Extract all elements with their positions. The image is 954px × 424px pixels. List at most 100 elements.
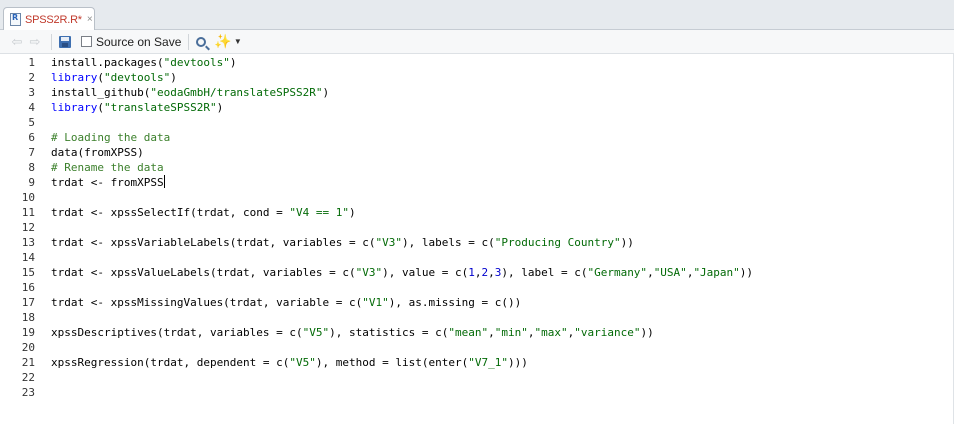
line-number: 13 [21,236,35,249]
code-line[interactable]: data(fromXPSS) [51,145,144,160]
code-line[interactable]: library("translateSPSS2R") [51,100,223,115]
line-number: 16 [21,281,35,294]
save-icon[interactable] [59,35,71,48]
line-number: 2 [28,71,35,84]
editor-tab-bar: SPSS2R.R* × [0,0,954,31]
code-token: "devtools" [163,56,230,69]
r-file-icon [10,13,21,26]
code-token: data(fromXPSS) [51,146,144,159]
code-line[interactable]: xpssDescriptives(trdat, variables = c("V… [51,325,654,340]
code-token: ( [97,71,104,84]
code-token: )) [640,326,654,339]
code-token: trdat <- xpssValueLabels(trdat, variable… [51,266,356,279]
code-token: "mean" [448,326,489,339]
code-token: "V5" [302,326,330,339]
line-number: 20 [21,341,35,354]
code-token: # Loading the data [51,131,171,144]
code-token: ) [216,101,224,114]
code-token: ( [97,101,104,114]
line-number: 6 [28,131,35,144]
line-number: 4 [28,101,35,114]
code-line[interactable]: trdat <- xpssVariableLabels(trdat, varia… [51,235,634,250]
line-number: 3 [28,86,35,99]
code-token: "variance" [574,326,641,339]
code-token: "V1" [362,296,389,309]
code-token: , [488,266,495,279]
code-token: , [488,326,495,339]
chevron-down-icon[interactable]: ▼ [234,37,242,46]
code-token: "V5" [289,356,316,369]
line-number-gutter: 1 2 3 4 5 6 7 8 9 10 11 12 13 14 15 16 17 18 19 20 21 22 23 [0,54,45,424]
line-number: 11 [21,206,35,219]
code-token: "Japan" [693,266,740,279]
tab-spss2r[interactable]: SPSS2R.R* × [3,7,95,31]
line-number: 22 [21,371,35,384]
line-number: 5 [28,116,35,129]
line-number: 17 [21,296,35,309]
code-line[interactable]: xpssRegression(trdat, dependent = c("V5"… [51,355,528,370]
code-token: ), statistics = c( [329,326,449,339]
line-number: 7 [28,146,35,159]
code-line[interactable]: install.packages("devtools") [51,55,236,70]
code-editor[interactable]: 1 2 3 4 5 6 7 8 9 10 11 12 13 14 15 16 17 18 19 20 21 22 23 in… [0,54,954,424]
code-line[interactable]: # Loading the data [51,130,170,145]
line-number: 18 [21,311,35,324]
toolbar-divider [188,33,190,50]
source-on-save-checkbox[interactable] [81,36,92,47]
code-token: "max" [534,326,568,339]
code-token: "eodaGmbH/translateSPSS2R" [150,86,323,99]
code-token: "min" [494,326,528,339]
code-token: ), value = c( [382,266,469,279]
code-token: 1 [468,266,475,279]
tab-title: SPSS2R.R* [25,13,82,26]
code-token: "V7_1" [468,356,508,369]
back-arrow-icon[interactable]: ⇦ [8,34,26,50]
line-number: 9 [28,176,35,189]
code-token: , [527,326,535,339]
code-token: trdat <- xpssSelectIf(trdat, cond = [51,206,290,219]
close-icon[interactable]: × [87,14,93,25]
code-token: "V3" [355,266,383,279]
code-token: ) [229,56,237,69]
search-icon[interactable] [196,36,207,47]
code-token: trdat <- xpssMissingValues(trdat, variab… [51,296,363,309]
code-token: ) [349,206,356,219]
code-token: "Germany" [587,266,648,279]
code-line[interactable]: trdat <- xpssSelectIf(trdat, cond = "V4 … [51,205,356,220]
source-on-save-label[interactable]: Source on Save [96,35,181,49]
code-token: xpssRegression(trdat, dependent = c( [51,356,290,369]
code-token: "devtools" [103,71,171,84]
code-token: ), as.missing = c()) [388,296,522,309]
code-token: # Rename the data [51,161,164,174]
line-number: 12 [21,221,35,234]
line-number: 19 [21,326,35,339]
code-line[interactable]: # Rename the data [51,160,164,175]
code-token: ), method = list(enter( [315,356,469,369]
code-token: ), label = c( [501,266,588,279]
code-line[interactable]: library("devtools") [51,70,177,85]
forward-arrow-icon[interactable]: ⇨ [26,34,44,50]
toolbar-divider [51,33,52,50]
code-token: trdat <- xpssVariableLabels(trdat, varia… [51,236,376,249]
code-token: install.packages( [51,56,164,69]
code-line[interactable]: install_github("eodaGmbH/translateSPSS2R… [51,85,329,100]
line-number: 15 [21,266,35,279]
code-token: )) [739,266,754,279]
code-token: "translateSPSS2R" [103,101,217,114]
code-token: , [647,266,654,279]
code-token: ) [170,71,177,84]
magic-wand-icon[interactable]: ✨ [214,33,231,50]
line-number: 23 [21,386,35,399]
code-token: "Producing Country" [494,236,621,249]
code-line[interactable]: trdat <- xpssValueLabels(trdat, variable… [51,265,753,280]
line-number: 14 [21,251,35,264]
code-token: library [51,71,98,84]
line-number: 8 [28,161,35,174]
code-line[interactable]: trdat <- fromXPSS [51,175,165,190]
code-token: install_github( [51,86,151,99]
code-token: ) [322,86,330,99]
editor-toolbar: ⇦ ⇨ Source on Save ✨ ▼ [0,30,954,54]
code-line[interactable]: trdat <- xpssMissingValues(trdat, variab… [51,295,521,310]
code-token: "V4 == 1" [289,206,350,219]
line-number: 1 [28,56,35,69]
